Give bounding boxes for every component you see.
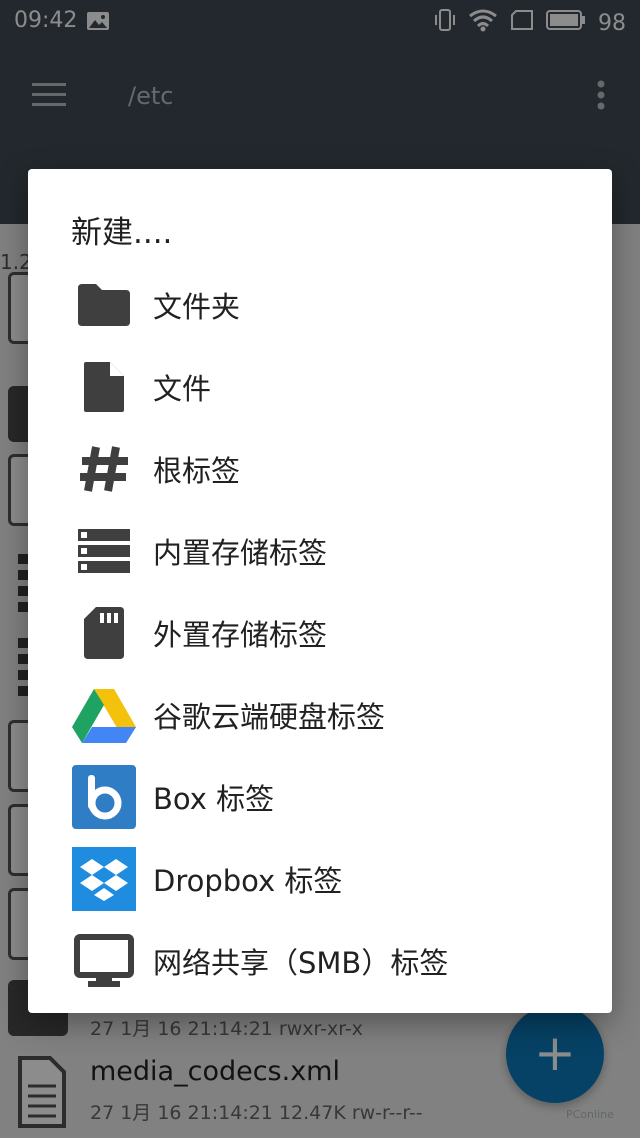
- storage-icon: [71, 518, 137, 584]
- internal-storage-bookmark-option[interactable]: 内置存储标签: [28, 510, 612, 592]
- sd-card-icon: [71, 600, 137, 666]
- dropbox-bookmark-option[interactable]: Dropbox 标签: [28, 838, 612, 920]
- new-item-dialog: 新建.... 文件夹 文件 根标签 内置存储标签 外置存储标签 谷歌云端硬盘标签…: [28, 169, 612, 1013]
- external-storage-bookmark-option[interactable]: 外置存储标签: [28, 592, 612, 674]
- option-label: Dropbox 标签: [153, 864, 343, 898]
- file-icon: [71, 354, 137, 420]
- option-label: 根标签: [153, 454, 241, 488]
- google-drive-bookmark-option[interactable]: 谷歌云端硬盘标签: [28, 674, 612, 756]
- option-label: 文件: [153, 372, 212, 406]
- option-label: 内置存储标签: [153, 536, 328, 570]
- option-label: Box 标签: [153, 782, 275, 816]
- box-icon: [71, 764, 137, 830]
- dialog-title: 新建....: [71, 215, 173, 251]
- new-folder-option[interactable]: 文件夹: [28, 264, 612, 346]
- option-label: 网络共享（SMB）标签: [153, 946, 449, 980]
- google-drive-icon: [71, 682, 137, 748]
- option-label: 谷歌云端硬盘标签: [153, 700, 386, 734]
- monitor-icon: [71, 928, 137, 994]
- hash-icon: [71, 436, 137, 502]
- new-file-option[interactable]: 文件: [28, 346, 612, 428]
- box-bookmark-option[interactable]: Box 标签: [28, 756, 612, 838]
- smb-share-bookmark-option[interactable]: 网络共享（SMB）标签: [28, 920, 612, 1002]
- folder-icon: [71, 272, 137, 338]
- dropbox-icon: [71, 846, 137, 912]
- option-label: 外置存储标签: [153, 618, 328, 652]
- root-bookmark-option[interactable]: 根标签: [28, 428, 612, 510]
- option-label: 文件夹: [153, 290, 241, 324]
